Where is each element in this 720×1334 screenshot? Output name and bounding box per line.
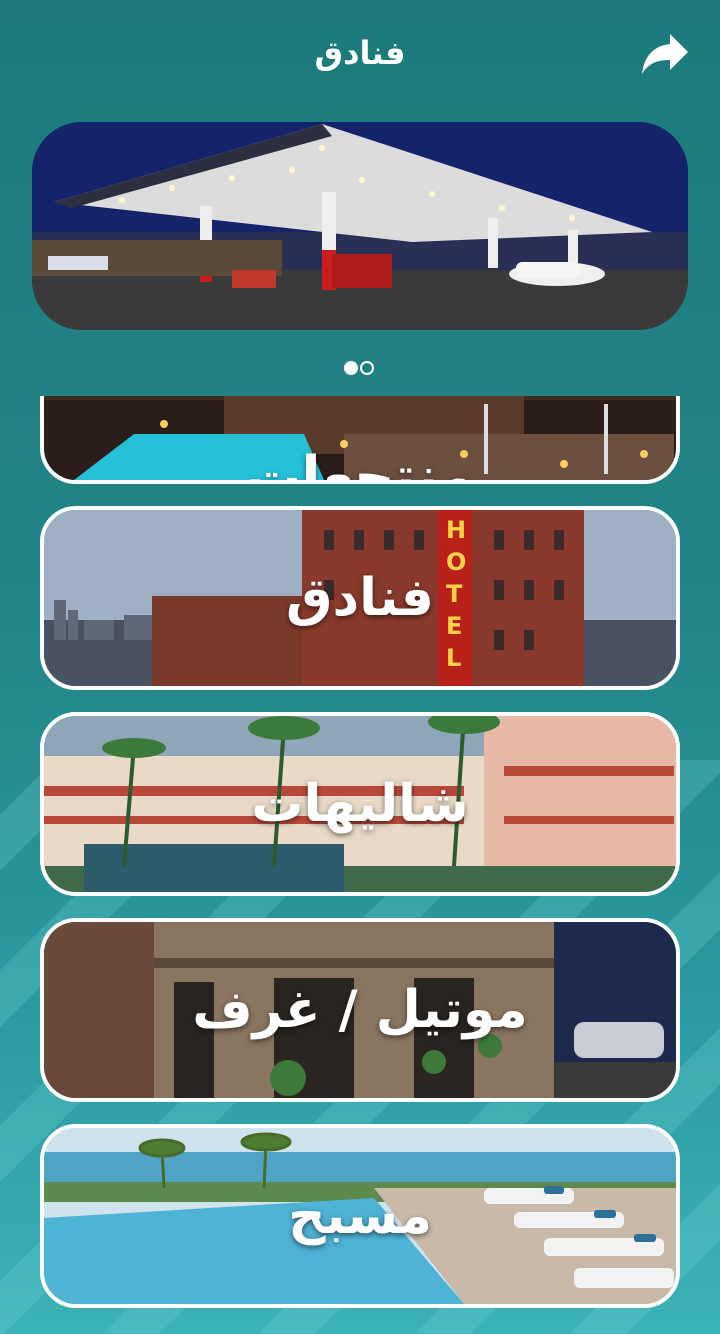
category-label: مسبح: [288, 1186, 432, 1246]
category-card-pool[interactable]: مسبح: [40, 1124, 680, 1308]
svg-text:H: H: [446, 516, 466, 544]
gas-station-image: [32, 122, 688, 330]
share-arrow-icon: [642, 34, 688, 74]
category-card-hotels[interactable]: HOT EL فنادق: [40, 506, 680, 690]
svg-text:L: L: [446, 644, 461, 672]
category-card-motel[interactable]: موتيل / غرف: [40, 918, 680, 1102]
category-label: شاليهات: [251, 774, 469, 834]
category-card-chalets[interactable]: شاليهات: [40, 712, 680, 896]
category-label: فنادق: [286, 568, 434, 628]
share-button[interactable]: [640, 32, 690, 76]
carousel-indicator: [344, 361, 374, 375]
carousel-dot-2[interactable]: [360, 361, 374, 375]
carousel-dot-1[interactable]: [344, 361, 358, 375]
category-list[interactable]: منتجعات HOT EL فنادق شاليهات موتيل / غرف…: [0, 396, 720, 1334]
category-label: موتيل / غرف: [192, 980, 528, 1040]
page-title: فنادق: [314, 34, 406, 72]
app-header: فنادق: [0, 0, 720, 110]
category-label: منتجعات: [245, 445, 475, 484]
banner-image[interactable]: [32, 122, 688, 330]
category-card-resorts[interactable]: منتجعات: [40, 396, 680, 484]
